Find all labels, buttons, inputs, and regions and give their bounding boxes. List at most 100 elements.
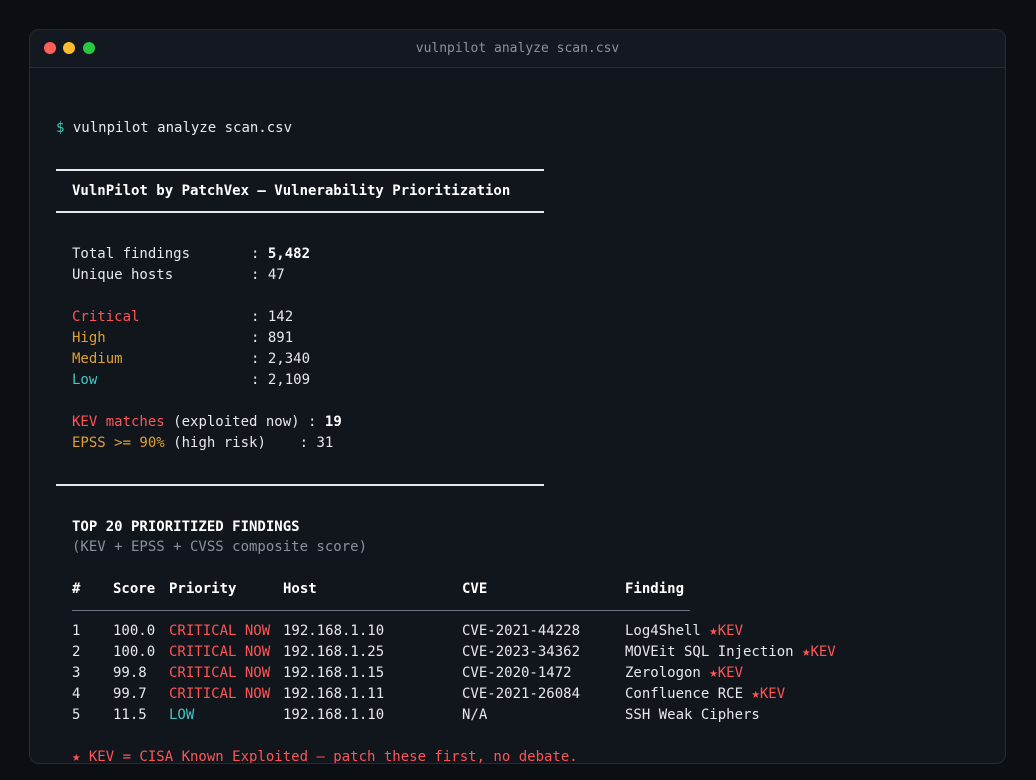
row-num: 2 [72, 642, 80, 663]
kev-badge: ★KEV [709, 665, 744, 681]
total-findings-row: : 5,482 [251, 246, 311, 262]
col-header-num: # [72, 581, 81, 597]
unique-hosts-value: 47 [267, 267, 285, 283]
row-priority-text: CRITICAL NOW [169, 644, 271, 660]
col-header-host: Host [283, 581, 317, 597]
row-cve: CVE-2021-44228 [462, 621, 580, 642]
medium-value: 2,340 [267, 351, 311, 367]
findings-subheading: (KEV + EPSS + CVSS composite score) [72, 539, 368, 555]
row-priority: CRITICAL NOW [169, 684, 270, 705]
banner-top-rule [56, 169, 544, 171]
row-score: 99.7 [113, 684, 147, 705]
epss-row: EPSS >= 90% (high risk) : 31 [72, 435, 334, 451]
row-num: 1 [72, 621, 80, 642]
high-row: : 891 [251, 330, 294, 346]
row-finding-text: Zerologon [625, 665, 701, 681]
col-header-priority: Priority [169, 581, 237, 597]
row-num: 5 [72, 705, 80, 726]
row-host: 192.168.1.11 [283, 684, 384, 705]
row-cve-text: CVE-2021-26084 [462, 686, 581, 702]
medium-label: Medium [72, 351, 123, 367]
table-header-rule [72, 610, 690, 611]
row-score-text: 99.8 [113, 665, 147, 681]
col-header-score: Score [113, 581, 156, 597]
high-label: High [72, 330, 106, 346]
row-finding: SSH Weak Ciphers [625, 705, 760, 726]
row-host-text: 192.168.1.10 [283, 623, 385, 639]
kev-footnote: ★ KEV = CISA Known Exploited — patch the… [72, 749, 578, 764]
prompt-symbol: $ [56, 120, 65, 136]
row-finding-text: Log4Shell [625, 623, 701, 639]
kev-badge: ★KEV [709, 623, 744, 639]
row-num-text: 2 [72, 644, 81, 660]
row-score: 100.0 [113, 642, 155, 663]
row-priority-text: CRITICAL NOW [169, 623, 271, 639]
kev-matches-label: KEV matches [72, 414, 165, 430]
low-label: Low [72, 372, 98, 388]
row-finding-text: SSH Weak Ciphers [625, 707, 760, 723]
banner-title: VulnPilot by PatchVex — Vulnerability Pr… [72, 183, 511, 199]
kev-badge: ★KEV [802, 644, 836, 660]
row-cve-text: CVE-2021-44228 [462, 623, 581, 639]
row-priority: CRITICAL NOW [169, 642, 270, 663]
row-num: 4 [72, 684, 80, 705]
row-score: 100.0 [113, 621, 155, 642]
row-num-text: 4 [72, 686, 81, 702]
command-line: $ vulnpilot analyze scan.csv [56, 118, 292, 139]
row-priority-text: CRITICAL NOW [169, 686, 271, 702]
row-finding: Zerologon ★KEV [625, 663, 743, 684]
row-priority-text: LOW [169, 707, 195, 723]
kev-matches-row: KEV matches (exploited now) : 19 [72, 414, 342, 430]
col-header-cve: CVE [462, 581, 488, 597]
row-priority: LOW [169, 705, 194, 726]
row-priority-text: CRITICAL NOW [169, 665, 271, 681]
row-finding: MOVEit SQL Injection ★KEV [625, 642, 836, 663]
row-host-text: 192.168.1.15 [283, 665, 385, 681]
total-findings-label: Total findings [72, 246, 191, 262]
row-host-text: 192.168.1.10 [283, 707, 385, 723]
epss-note: (high risk) [173, 435, 266, 451]
row-score-text: 100.0 [113, 623, 156, 639]
row-score-text: 11.5 [113, 707, 147, 723]
unique-hosts-row: : 47 [251, 267, 285, 283]
window-title: vulnpilot analyze scan.csv [415, 41, 620, 56]
row-host: 192.168.1.25 [283, 642, 384, 663]
row-cve-text: N/A [462, 707, 488, 723]
unique-hosts-label: Unique hosts [72, 267, 174, 283]
critical-label: Critical [72, 309, 140, 325]
col-header-finding: Finding [625, 581, 685, 597]
row-finding-text: MOVEit SQL Injection [625, 644, 794, 660]
row-cve: CVE-2020-1472 [462, 663, 572, 684]
title-bar: vulnpilot analyze scan.csv [30, 30, 1005, 68]
epss-label: EPSS >= 90% [72, 435, 165, 451]
findings-heading: TOP 20 PRIORITIZED FINDINGS [72, 519, 300, 535]
command-text: vulnpilot analyze scan.csv [72, 120, 293, 136]
banner-bottom-rule [56, 211, 544, 213]
epss-value: 31 [316, 435, 334, 451]
row-num-text: 1 [72, 623, 81, 639]
low-row: : 2,109 [251, 372, 311, 388]
row-finding: Log4Shell ★KEV [625, 621, 743, 642]
terminal-window: vulnpilot analyze scan.csv $ vulnpilot a… [29, 29, 1006, 764]
row-num-text: 5 [72, 707, 81, 723]
row-host: 192.168.1.10 [283, 705, 384, 726]
row-score-text: 99.7 [113, 686, 147, 702]
terminal-output[interactable]: $ vulnpilot analyze scan.csv VulnPilot b… [56, 67, 1005, 763]
row-score: 99.8 [113, 663, 147, 684]
row-host-text: 192.168.1.11 [283, 686, 385, 702]
row-num: 3 [72, 663, 80, 684]
row-host: 192.168.1.10 [283, 621, 384, 642]
row-priority: CRITICAL NOW [169, 621, 270, 642]
row-host-text: 192.168.1.25 [283, 644, 385, 660]
row-score-text: 100.0 [113, 644, 156, 660]
section-rule [56, 484, 544, 486]
row-score: 11.5 [113, 705, 147, 726]
critical-value: 142 [267, 309, 294, 325]
row-cve: CVE-2023-34362 [462, 642, 580, 663]
total-findings-value: 5,482 [267, 246, 311, 262]
critical-row: : 142 [251, 309, 294, 325]
medium-row: : 2,340 [251, 351, 311, 367]
row-cve-text: CVE-2020-1472 [462, 665, 572, 681]
row-cve: CVE-2021-26084 [462, 684, 580, 705]
kev-matches-note: (exploited now) [173, 414, 300, 430]
